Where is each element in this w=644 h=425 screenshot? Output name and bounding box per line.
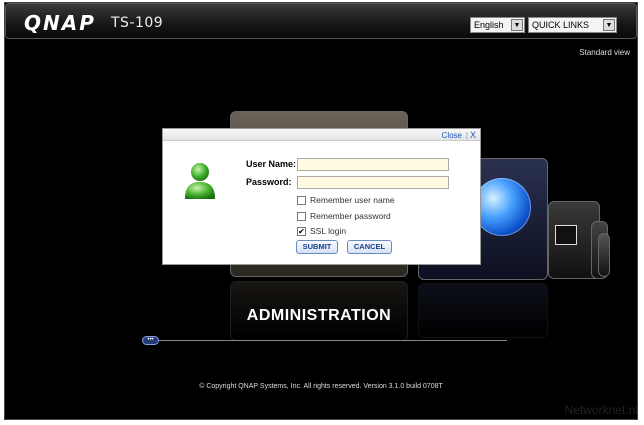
cancel-button[interactable]: CANCEL [347, 240, 392, 254]
carousel-scroll-track[interactable] [145, 340, 507, 341]
checkbox-box[interactable] [297, 212, 306, 222]
app-frame: QNAP TS-109 English ▼ QUICK LINKS ▼ Stan… [4, 2, 638, 420]
carousel-panel[interactable] [598, 233, 610, 277]
dialog-title-bar: Close | X [163, 129, 480, 141]
top-header: QNAP TS-109 English ▼ QUICK LINKS ▼ [5, 3, 637, 39]
user-icon [185, 163, 215, 199]
carousel-scroll-handle[interactable]: ••• [142, 336, 159, 345]
password-label: Password: [246, 177, 292, 187]
copyright-text: © Copyright QNAP Systems, Inc. All right… [199, 383, 443, 390]
password-input[interactable] [297, 176, 449, 189]
standard-view-link[interactable]: Standard view [579, 48, 630, 57]
qnap-logo: QNAP [24, 11, 96, 35]
checkbox-checked[interactable]: ✔ [297, 227, 306, 237]
remember-password-checkbox[interactable]: Remember password [297, 211, 391, 222]
model-name: TS-109 [111, 15, 164, 31]
remember-username-checkbox[interactable]: Remember user name [297, 195, 395, 206]
remember-username-label: Remember user name [310, 195, 395, 205]
close-icon[interactable]: X [470, 130, 476, 140]
chevron-down-icon: ▼ [511, 19, 523, 31]
close-link[interactable]: Close [442, 131, 462, 140]
submit-button[interactable]: SUBMIT [296, 240, 338, 254]
globe-outline [473, 178, 531, 236]
ssl-login-label: SSL login [310, 226, 347, 236]
language-select[interactable]: English ▼ [470, 17, 525, 33]
carousel-title: ADMINISTRATION [246, 307, 392, 324]
username-input[interactable] [297, 158, 449, 171]
ssl-login-checkbox[interactable]: ✔ SSL login [297, 226, 347, 237]
close-separator: | [465, 131, 468, 140]
quick-links-select[interactable]: QUICK LINKS ▼ [528, 17, 617, 33]
remember-password-label: Remember password [310, 211, 391, 221]
quick-links-value: QUICK LINKS [532, 20, 590, 30]
film-clapper-icon [555, 225, 577, 245]
username-label: User Name: [246, 159, 297, 169]
panel-reflection [418, 283, 548, 338]
chevron-down-icon: ▼ [603, 19, 615, 31]
watermark-text: Networknet.nl [564, 403, 638, 417]
login-dialog: Close | X User Name: Password: Remember … [162, 128, 481, 265]
language-select-value: English [474, 20, 504, 30]
checkbox-box[interactable] [297, 196, 306, 206]
